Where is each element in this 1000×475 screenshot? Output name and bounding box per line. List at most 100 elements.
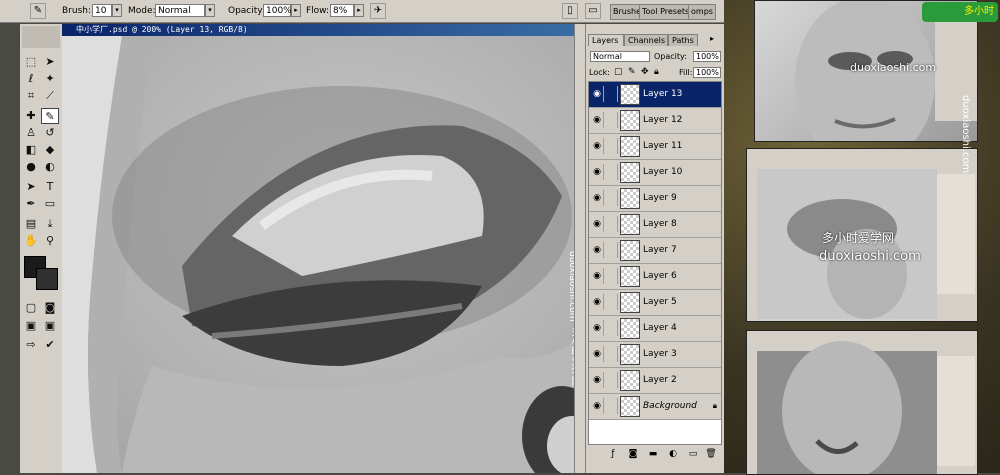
visibility-eye-icon[interactable]: ◉ [591, 190, 604, 206]
crop-tool-icon[interactable]: ⌗ [22, 88, 40, 104]
move-tool-icon[interactable]: ➤ [41, 54, 59, 70]
background-color-swatch[interactable] [36, 268, 58, 290]
layer-link-box[interactable] [605, 138, 618, 154]
screen-mode-icon[interactable]: ▣ [22, 318, 40, 334]
palette-well-tool-presets[interactable]: Tool Presets [639, 4, 693, 20]
fill-field[interactable]: 100% [693, 67, 721, 78]
layer-row[interactable]: ◉ Layer 7 [589, 238, 721, 264]
adjustment-layer-icon[interactable]: ◐ [666, 447, 680, 461]
layer-row[interactable]: ◉ Layer 9 [589, 186, 721, 212]
layer-link-box[interactable] [605, 268, 618, 284]
zoom-tool-icon[interactable]: ⚲ [41, 233, 59, 249]
lock-all-icon[interactable]: 🔒︎ [654, 67, 659, 77]
layer-link-box[interactable] [605, 242, 618, 258]
layer-row[interactable]: ◉ Layer 5 [589, 290, 721, 316]
visibility-eye-icon[interactable]: ◉ [591, 372, 604, 388]
standard-mode-icon[interactable]: ▢ [22, 300, 40, 316]
layer-row[interactable]: ◉ Background 🔒︎ [589, 394, 721, 420]
layer-opacity-field[interactable]: 100% [693, 51, 721, 62]
lock-position-icon[interactable]: ✥ [641, 67, 649, 77]
hand-tool-icon[interactable]: ✋ [22, 233, 40, 249]
layer-link-box[interactable] [605, 86, 618, 102]
flow-field[interactable]: 8% [330, 4, 354, 17]
layer-row[interactable]: ◉ Layer 12 [589, 108, 721, 134]
visibility-eye-icon[interactable]: ◉ [591, 216, 604, 232]
add-mask-icon[interactable]: ◙ [626, 447, 640, 461]
checkmark-icon[interactable]: ✔ [41, 337, 59, 353]
canvas-vertical-scrollbar[interactable] [574, 24, 585, 473]
healing-brush-icon[interactable]: ✚ [22, 108, 40, 124]
airbrush-icon[interactable]: ✈ [370, 3, 386, 19]
layer-row[interactable]: ◉ Layer 2 [589, 368, 721, 394]
path-selection-icon[interactable]: ➤ [22, 179, 40, 195]
canvas[interactable]: duoxiaoshi.com 多小时爱学网 [62, 36, 584, 473]
brush-tool-preset-icon[interactable]: ✎ [30, 3, 46, 19]
history-brush-icon[interactable]: ↺ [41, 125, 59, 141]
visibility-eye-icon[interactable]: ◉ [591, 294, 604, 310]
lock-transparency-icon[interactable]: ▢ [614, 67, 623, 77]
layer-row[interactable]: ◉ Layer 8 [589, 212, 721, 238]
brush-dropdown-icon[interactable]: ▾ [112, 4, 122, 17]
layer-row[interactable]: ◉ Layer 4 [589, 316, 721, 342]
layer-link-box[interactable] [605, 216, 618, 232]
layer-row[interactable]: ◉ Layer 11 [589, 134, 721, 160]
layer-row[interactable]: ◉ Layer 6 [589, 264, 721, 290]
full-screen-mode-icon[interactable]: ▣ [41, 318, 59, 334]
brush-size-field[interactable]: 10 [92, 4, 112, 17]
lock-image-icon[interactable]: ✎ [628, 67, 636, 77]
paint-bucket-icon[interactable]: ◆ [41, 142, 59, 158]
visibility-eye-icon[interactable]: ◉ [591, 398, 604, 414]
mode-dropdown-icon[interactable]: ▾ [205, 4, 215, 17]
tab-layers[interactable]: Layers [588, 34, 624, 46]
brush-tool-icon[interactable]: ✎ [41, 108, 59, 124]
layer-row[interactable]: ◉ Layer 3 [589, 342, 721, 368]
new-set-icon[interactable]: ▬ [646, 447, 660, 461]
visibility-eye-icon[interactable]: ◉ [591, 138, 604, 154]
visibility-eye-icon[interactable]: ◉ [591, 346, 604, 362]
visibility-eye-icon[interactable]: ◉ [591, 86, 604, 102]
file-browser-icon[interactable]: ▯ [562, 3, 578, 19]
tab-paths[interactable]: Paths [668, 34, 698, 46]
layer-link-box[interactable] [605, 164, 618, 180]
quick-mask-icon[interactable]: ◙ [41, 300, 59, 316]
clone-stamp-icon[interactable]: ♙ [22, 125, 40, 141]
visibility-eye-icon[interactable]: ◉ [591, 320, 604, 336]
magic-wand-icon[interactable]: ✦ [41, 71, 59, 87]
opacity-field[interactable]: 100% [263, 4, 292, 17]
layer-link-box[interactable] [605, 112, 618, 128]
palette-menu-icon[interactable]: ▸ [710, 34, 714, 43]
layer-link-box[interactable] [605, 294, 618, 310]
visibility-eye-icon[interactable]: ◉ [591, 112, 604, 128]
palette-well-comps[interactable]: omps [688, 4, 716, 20]
layer-link-box[interactable] [605, 346, 618, 362]
pen-tool-icon[interactable]: ✒ [22, 196, 40, 212]
dodge-tool-icon[interactable]: ◐ [41, 159, 59, 175]
layer-link-box[interactable] [605, 398, 618, 414]
visibility-eye-icon[interactable]: ◉ [591, 242, 604, 258]
blend-mode-select[interactable]: Normal [590, 51, 650, 62]
tab-channels[interactable]: Channels [624, 34, 668, 46]
eyedropper-icon[interactable]: ⤓ [41, 216, 59, 232]
type-tool-icon[interactable]: T [41, 179, 59, 195]
layer-style-icon[interactable]: ƒ [606, 447, 620, 461]
layer-row[interactable]: ◉ Layer 13 [589, 82, 721, 108]
lasso-tool-icon[interactable]: ℓ [22, 71, 40, 87]
eraser-tool-icon[interactable]: ◧ [22, 142, 40, 158]
delete-layer-icon[interactable]: 🗑︎ [704, 447, 718, 461]
jump-to-imageready-icon[interactable]: ⇨ [22, 337, 40, 353]
marquee-tool-icon[interactable]: ⬚ [22, 54, 40, 70]
opacity-dropdown-icon[interactable]: ▸ [291, 4, 301, 17]
layer-link-box[interactable] [605, 372, 618, 388]
flow-dropdown-icon[interactable]: ▸ [354, 4, 364, 17]
visibility-eye-icon[interactable]: ◉ [591, 164, 604, 180]
blur-tool-icon[interactable]: ● [22, 159, 40, 175]
visibility-eye-icon[interactable]: ◉ [591, 268, 604, 284]
layer-link-box[interactable] [605, 320, 618, 336]
layer-link-box[interactable] [605, 190, 618, 206]
mode-select[interactable]: Normal [155, 4, 205, 17]
shape-tool-icon[interactable]: ▭ [41, 196, 59, 212]
notes-tool-icon[interactable]: ▤ [22, 216, 40, 232]
layer-row[interactable]: ◉ Layer 10 [589, 160, 721, 186]
photoshop-feather-icon[interactable] [22, 26, 60, 48]
palette-well-icon[interactable]: ▭ [585, 3, 601, 19]
